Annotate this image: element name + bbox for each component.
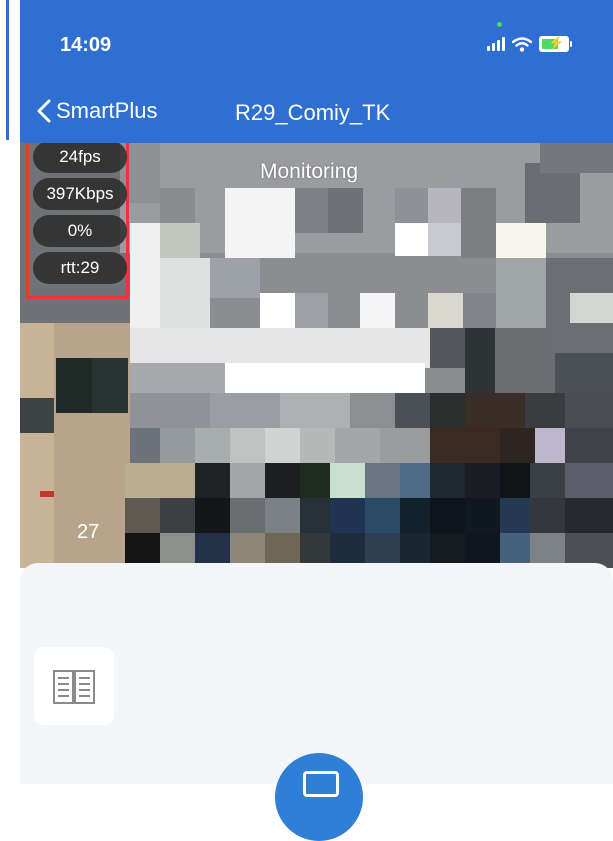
monitor-icon [303,771,339,797]
frame-counter: 27 [77,521,100,543]
open-book-button[interactable] [34,647,114,725]
signal-icon [487,37,505,51]
left-edge-line [6,0,9,140]
wifi-icon [512,36,532,52]
rtt-badge: rtt:29 [33,252,127,284]
open-book-icon [53,670,95,704]
packet-loss-badge: 0% [33,215,127,247]
app-header: 14:09 ⚡ SmartPlus R29_Comiy_TK [20,0,613,143]
chevron-left-icon [37,99,51,123]
camera-indicator-dot [497,22,502,27]
control-panel [20,563,613,841]
status-time: 14:09 [60,34,112,56]
monitor-action-button[interactable] [275,753,363,841]
back-label: SmartPlus [56,98,158,123]
back-button[interactable]: SmartPlus [36,98,157,124]
page-title: R29_Comiy_TK [235,100,391,125]
fps-badge: 24fps [33,143,127,173]
status-icons: ⚡ [487,35,572,52]
monitoring-label: Monitoring [260,160,359,183]
video-feed[interactable]: Monitoring 24fps 397Kbps 0% rtt:29 27 [20,143,613,568]
left-margin [0,0,20,784]
stream-stats-highlight: 24fps 397Kbps 0% rtt:29 [26,143,129,299]
battery-charging-icon: ⚡ [539,35,572,52]
bitrate-badge: 397Kbps [33,178,127,210]
